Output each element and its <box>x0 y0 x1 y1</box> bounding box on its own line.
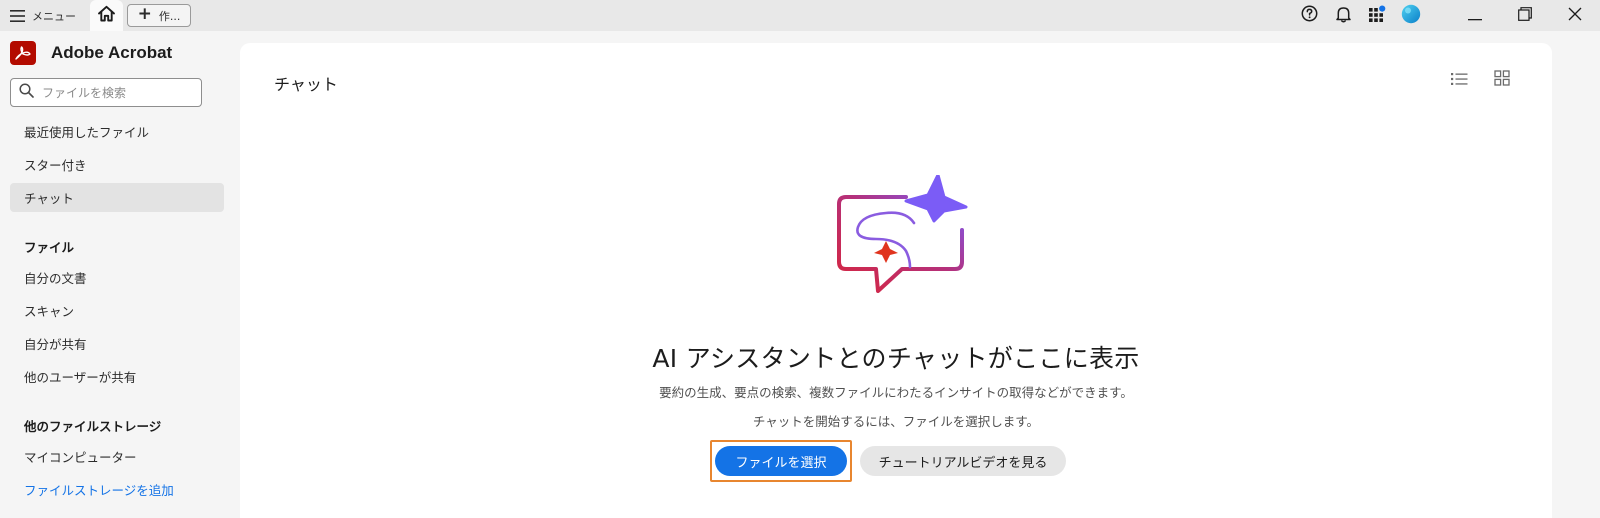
sidebar-item-recent[interactable]: 最近使用したファイル <box>10 117 224 146</box>
app-name: Adobe Acrobat <box>51 43 173 62</box>
title-bar: メニュー + 作... <box>0 0 1600 31</box>
empty-state-description: 要約の生成、要点の検索、複数ファイルにわたるインサイトの取得などができます。 <box>659 385 1133 400</box>
list-view-icon <box>1450 71 1468 90</box>
empty-state-heading: AI アシスタントとのチャットがここに表示 <box>652 344 1140 373</box>
sidebar-item-my-computer[interactable]: マイコンピューター <box>10 442 224 471</box>
sidebar-item-shared-by-others[interactable]: 他のユーザーが共有 <box>10 362 224 391</box>
menu-label: メニュー <box>32 9 76 23</box>
main-panel: チャット AI アシスタントとのチャットがここに表示 要約の生成、要点の検索、複… <box>240 43 1552 518</box>
apps-icon <box>1368 5 1386 27</box>
menu-icon <box>10 9 25 22</box>
sidebar-item-shared-by-me[interactable]: 自分が共有 <box>10 329 224 358</box>
list-view-button[interactable] <box>1448 70 1470 90</box>
app-brand: Adobe Acrobat <box>10 41 172 65</box>
select-file-button[interactable]: ファイルを選択 <box>715 446 847 476</box>
storage-section-heading: 他のファイルストレージ <box>24 419 162 434</box>
bell-icon <box>1335 5 1352 27</box>
restore-icon <box>1518 6 1532 25</box>
new-tab-button[interactable]: + 作... <box>127 4 191 27</box>
help-icon <box>1301 5 1318 26</box>
apps-button[interactable] <box>1360 0 1394 31</box>
grid-view-icon <box>1494 70 1510 90</box>
restore-button[interactable] <box>1500 0 1550 31</box>
account-button[interactable] <box>1394 0 1428 31</box>
sidebar-item-scans[interactable]: スキャン <box>10 296 224 325</box>
notifications-button[interactable] <box>1326 0 1360 31</box>
add-file-storage-link[interactable]: ファイルストレージを追加 <box>10 475 224 504</box>
sidebar-item-starred[interactable]: スター付き <box>10 150 224 179</box>
home-tab[interactable] <box>90 0 123 31</box>
minimize-button[interactable] <box>1450 0 1500 31</box>
help-button[interactable] <box>1292 0 1326 31</box>
close-icon <box>1568 6 1582 25</box>
files-section-heading: ファイル <box>24 240 75 255</box>
empty-state-actions: ファイルを選択 チュートリアルビデオを見る <box>710 440 1066 482</box>
empty-state-instruction: チャットを開始するには、ファイルを選択します。 <box>752 414 1040 429</box>
close-button[interactable] <box>1550 0 1600 31</box>
new-tab-label: 作... <box>158 9 181 23</box>
sidebar: Adobe Acrobat 最近使用したファイル スター付き チャット ファイル… <box>0 31 238 518</box>
plus-icon: + <box>137 4 152 24</box>
file-search[interactable] <box>10 78 202 107</box>
watch-tutorial-button[interactable]: チュートリアルビデオを見る <box>860 446 1066 476</box>
minimize-icon <box>1468 6 1482 25</box>
search-icon <box>19 83 34 102</box>
menu-button[interactable]: メニュー <box>0 0 90 31</box>
grid-view-button[interactable] <box>1491 70 1513 90</box>
sidebar-item-my-documents[interactable]: 自分の文書 <box>10 263 224 292</box>
focus-ring: ファイルを選択 <box>710 440 852 482</box>
page-title: チャット <box>274 75 338 94</box>
home-icon <box>97 5 116 26</box>
chat-sparkle-illustration <box>836 173 968 301</box>
search-input[interactable] <box>42 85 192 100</box>
acrobat-logo-icon <box>10 41 36 65</box>
avatar <box>1401 4 1421 28</box>
sidebar-item-chat[interactable]: チャット <box>10 183 224 212</box>
